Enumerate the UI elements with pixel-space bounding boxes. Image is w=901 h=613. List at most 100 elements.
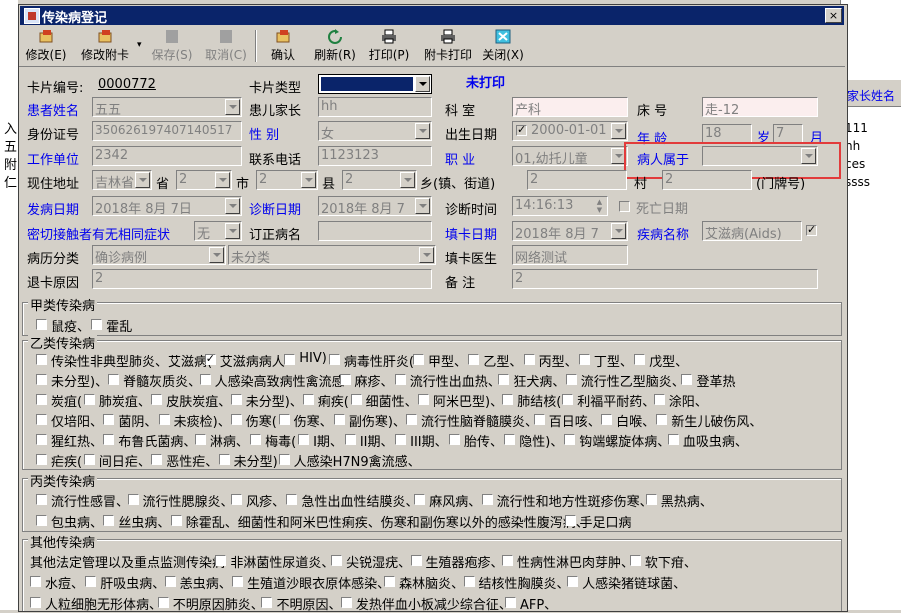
disease-checkbox[interactable] [232, 576, 244, 587]
refresh-button[interactable]: 刷新(R) [311, 28, 359, 64]
disease-checkbox[interactable] [681, 374, 693, 385]
disease-checkbox[interactable] [230, 414, 242, 425]
chevron-down-icon[interactable] [301, 172, 316, 188]
disease-checkbox[interactable] [36, 494, 47, 505]
county-select[interactable]: 2 [256, 170, 318, 190]
title-bar[interactable]: 传染病登记 × [20, 6, 844, 26]
disease-checkbox[interactable] [103, 515, 115, 526]
disease-checkbox[interactable] [523, 354, 535, 365]
chevron-down-icon[interactable] [415, 76, 430, 92]
edit-attachment-button[interactable]: 修改附卡 [75, 28, 135, 64]
disease-checkbox[interactable] [328, 354, 340, 365]
disease-checkbox[interactable] [418, 394, 430, 405]
disease-checkbox[interactable] [502, 555, 514, 566]
chevron-down-icon[interactable] [209, 247, 224, 263]
chevron-down-icon[interactable] [415, 123, 430, 139]
disease-checkbox[interactable] [410, 555, 422, 566]
birth-date-picker[interactable]: 2000-01-01 [512, 121, 628, 141]
disease-checkbox[interactable] [30, 576, 41, 587]
disease-checkbox[interactable] [127, 494, 139, 505]
id-field[interactable]: 350626197407140517 [92, 121, 242, 141]
cancel-button[interactable]: 取消(C) [201, 28, 251, 64]
chevron-down-icon[interactable] [419, 247, 434, 263]
disease-checkbox[interactable] [302, 394, 314, 405]
disease-checkbox[interactable] [533, 414, 545, 425]
disease-checkbox[interactable] [36, 374, 47, 385]
disease-checkbox[interactable] [340, 597, 352, 608]
disease-checkbox[interactable] [151, 394, 163, 405]
city-select[interactable]: 2 [176, 170, 232, 190]
disease-checkbox[interactable] [806, 223, 817, 236]
disease-checkbox[interactable] [629, 555, 641, 566]
close-button[interactable]: 关闭(X) [479, 28, 527, 64]
disease-checkbox[interactable] [350, 394, 362, 405]
edit-button[interactable]: 修改(E) [21, 28, 71, 64]
disease-checkbox[interactable] [502, 394, 514, 405]
disease-checkbox[interactable] [151, 454, 163, 465]
disease-checkbox[interactable] [215, 555, 227, 566]
disease-checkbox[interactable] [36, 319, 47, 330]
disease-checkbox[interactable] [157, 597, 169, 608]
close-window-button[interactable]: × [825, 8, 842, 23]
disease-checkbox[interactable] [194, 434, 206, 445]
guardian-field[interactable]: hh [318, 97, 432, 117]
disease-checkbox[interactable] [601, 414, 613, 425]
disease-checkbox[interactable] [199, 374, 211, 385]
disease-checkbox[interactable] [83, 394, 95, 405]
disease-checkbox[interactable] [103, 414, 115, 425]
disease-checkbox[interactable] [230, 394, 242, 405]
chevron-down-icon[interactable]: ▾ [137, 40, 142, 50]
disease-checkbox[interactable] [158, 414, 170, 425]
diag-date-picker[interactable]: 2018年 8月 7 [318, 196, 432, 216]
disease-checkbox[interactable] [468, 354, 480, 365]
village-field[interactable]: 2 [662, 170, 752, 190]
disease-checkbox[interactable] [30, 597, 41, 608]
column-header-guardian[interactable]: 家长姓名 [847, 87, 895, 104]
disease-checkbox[interactable] [36, 515, 47, 526]
disease-field[interactable]: 艾滋病(Aids) [702, 221, 802, 241]
disease-checkbox[interactable] [463, 576, 475, 587]
disease-checkbox[interactable] [504, 434, 516, 445]
chevron-down-icon[interactable] [215, 172, 230, 188]
disease-checkbox[interactable] [394, 374, 406, 385]
diag-time-field[interactable]: 14:16:13 ▲ ▼ [512, 196, 608, 216]
disease-checkbox[interactable] [498, 374, 510, 385]
doctor-field[interactable]: 网络测试 [512, 245, 628, 265]
disease-checkbox[interactable] [250, 434, 262, 445]
disease-checkbox[interactable] [36, 454, 47, 465]
time-spinner-icon[interactable]: ▲ ▼ [593, 198, 606, 214]
disease-checkbox[interactable] [286, 494, 298, 505]
disease-checkbox[interactable] [504, 597, 516, 608]
case-sub-select[interactable]: 未分类 [228, 245, 436, 265]
disease-checkbox[interactable] [449, 434, 460, 445]
disease-checkbox[interactable] [653, 394, 665, 405]
job-select[interactable]: 01,幼托儿童 [512, 146, 628, 166]
disease-checkbox[interactable] [384, 576, 396, 587]
disease-checkbox[interactable] [414, 494, 426, 505]
disease-checkbox[interactable] [91, 319, 103, 330]
disease-checkbox[interactable] [108, 374, 120, 385]
disease-checkbox[interactable] [298, 434, 310, 445]
age-month-field[interactable]: 7 [773, 124, 803, 144]
remark-field[interactable]: 2 [512, 269, 818, 289]
return-reason-field[interactable]: 2 [92, 269, 432, 289]
disease-checkbox[interactable] [261, 597, 273, 608]
sex-select[interactable]: 女 [318, 121, 432, 141]
town-field[interactable]: 2 [527, 170, 627, 190]
disease-checkbox[interactable] [170, 515, 182, 526]
disease-checkbox[interactable] [164, 576, 176, 587]
chevron-down-icon[interactable] [400, 172, 415, 188]
print-attachment-button[interactable]: 附卡打印 [419, 28, 477, 64]
chevron-down-icon[interactable] [611, 223, 626, 239]
age-field[interactable]: 18 [702, 124, 752, 144]
disease-checkbox[interactable] [36, 354, 47, 365]
chevron-down-icon[interactable] [225, 223, 240, 239]
print-button[interactable]: 打印(P) [365, 28, 413, 64]
chevron-down-icon[interactable] [415, 198, 430, 214]
work-field[interactable]: 2342 [92, 146, 242, 166]
disease-checkbox[interactable] [481, 494, 493, 505]
disease-checkbox[interactable] [36, 414, 47, 425]
disease-checkbox[interactable] [578, 354, 590, 365]
chevron-down-icon[interactable] [135, 172, 150, 188]
contact-select[interactable]: 无 [194, 221, 242, 241]
